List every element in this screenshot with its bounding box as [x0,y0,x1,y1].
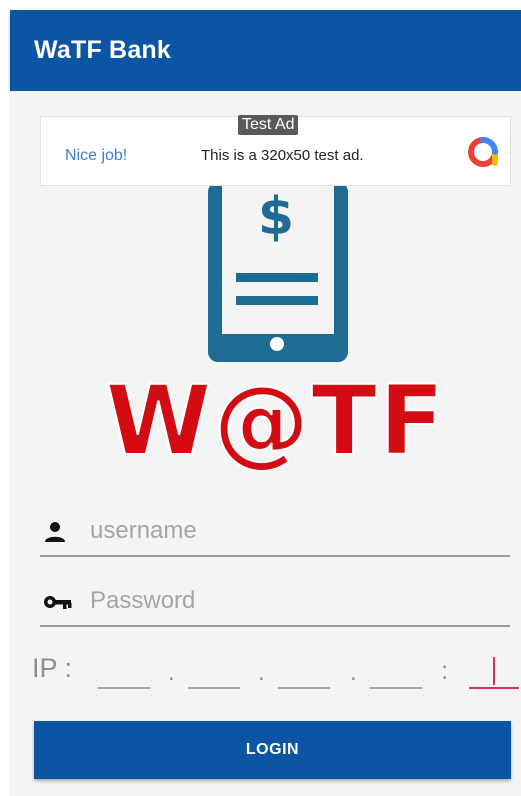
username-row [40,511,510,557]
text-caret [493,657,495,685]
ip-dot-2: . [258,659,265,686]
ip-octet-4-input[interactable] [370,655,422,689]
app-title: WaTF Bank [34,36,171,64]
ip-octet-1-input[interactable] [98,655,150,689]
admob-logo-icon [468,137,498,167]
password-input[interactable] [90,581,500,621]
password-row [40,581,510,627]
ip-port-colon: : [441,655,449,685]
ip-dot-3: . [350,659,357,686]
svg-text:W@TF: W@TF [106,365,447,477]
ip-dot-1: . [168,659,175,686]
ip-port-input[interactable] [469,655,519,689]
person-icon [45,522,65,542]
app-bar: WaTF Bank [10,10,521,91]
key-icon [44,596,72,609]
ip-octet-3-input[interactable] [278,655,330,689]
ad-description-text: This is a 320x50 test ad. [201,147,364,164]
svg-text:$: $ [258,187,294,247]
username-input[interactable] [90,511,500,551]
watf-logo: $ W@TF W@TF [105,186,447,478]
ip-octet-2-input[interactable] [188,655,240,689]
watf-wordmark: W@TF W@TF [105,364,447,478]
test-ad-label: Test Ad [238,115,299,135]
login-screen: Nice job! This is a 320x50 test ad. Test… [10,91,521,796]
ip-label: IP : [32,653,73,683]
ip-address-row: IP : . . . : [32,651,519,691]
ad-nice-job-text: Nice job! [65,147,128,164]
login-button[interactable]: LOGIN [34,721,511,779]
test-ad-banner[interactable]: Nice job! This is a 320x50 test ad. Test… [40,115,511,186]
phone-dollar-icon: $ [208,186,348,362]
